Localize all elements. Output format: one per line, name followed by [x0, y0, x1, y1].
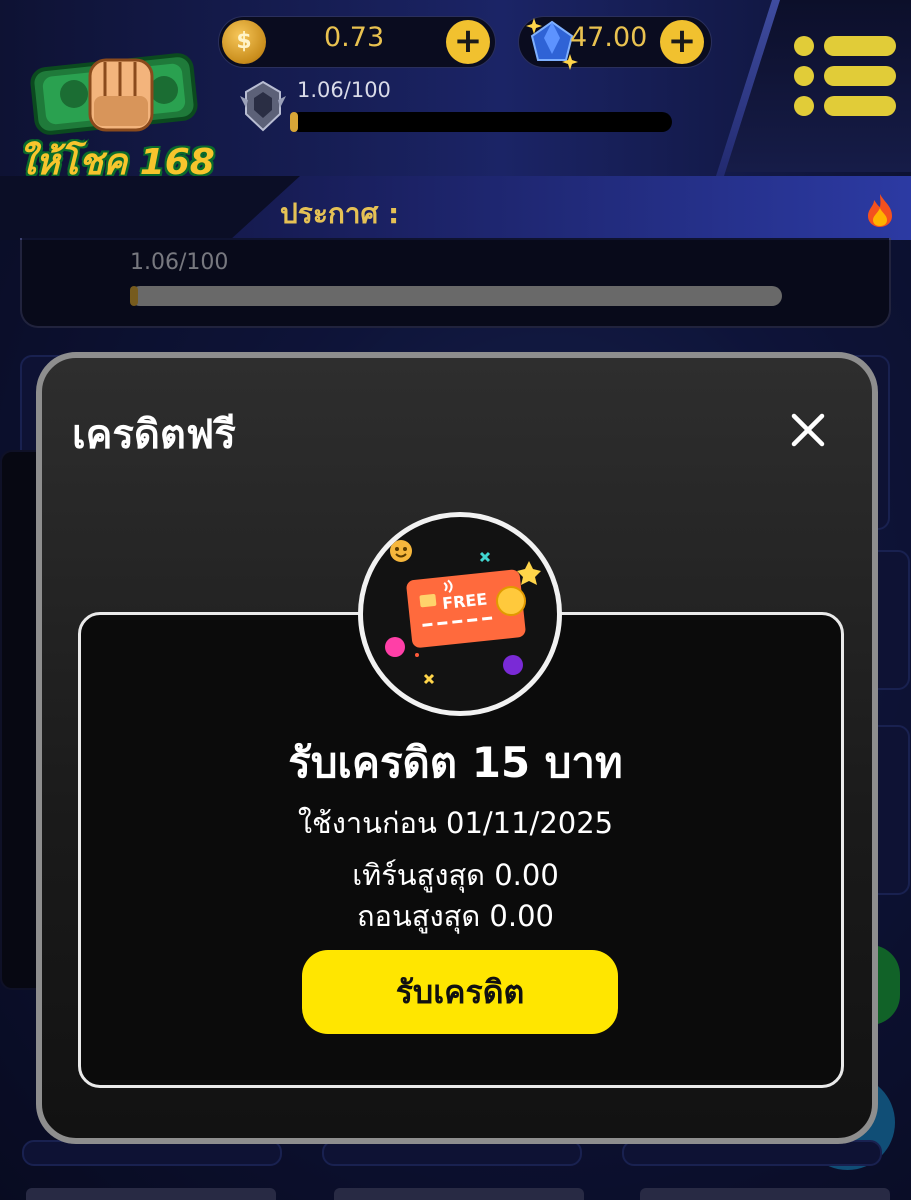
coin-icon: $ [222, 20, 266, 64]
menu-icon-dot [794, 96, 814, 116]
menu-icon [794, 36, 814, 56]
free-credit-illustration: FREE [358, 512, 562, 716]
modal-title: เครดิตฟรี [72, 412, 236, 458]
add-gem-button[interactable]: + [660, 20, 704, 64]
announcement-label: ประกาศ : [280, 197, 400, 230]
fire-icon [868, 194, 892, 227]
close-icon[interactable] [786, 408, 830, 452]
xp-progress-fill [290, 112, 298, 132]
expire-date-text: ใช้งานก่อน 01/11/2025 [297, 806, 614, 840]
menu-icon-dot [794, 66, 814, 86]
xp-progress-bar [290, 112, 672, 132]
reward-title: รับเครดิต 15 บาท [288, 738, 623, 787]
max-turnover-text: เทิร์นสูงสุด 0.00 [352, 858, 559, 892]
menu-icon-line [824, 36, 896, 56]
max-withdraw-text: ถอนสูงสุด 0.00 [357, 899, 554, 933]
gem-balance: 47.00 [570, 22, 648, 53]
xp-text: 1.06/100 [297, 78, 391, 102]
menu-icon-line [824, 66, 896, 86]
claim-credit-button[interactable]: รับเครดิต [302, 950, 618, 1034]
rank-badge-icon [240, 80, 286, 132]
menu-icon-line [824, 96, 896, 116]
free-card-icon: FREE [385, 540, 541, 685]
add-coin-button[interactable]: + [446, 20, 490, 64]
coin-balance: 0.73 [324, 22, 385, 53]
menu-button[interactable] [790, 30, 900, 120]
